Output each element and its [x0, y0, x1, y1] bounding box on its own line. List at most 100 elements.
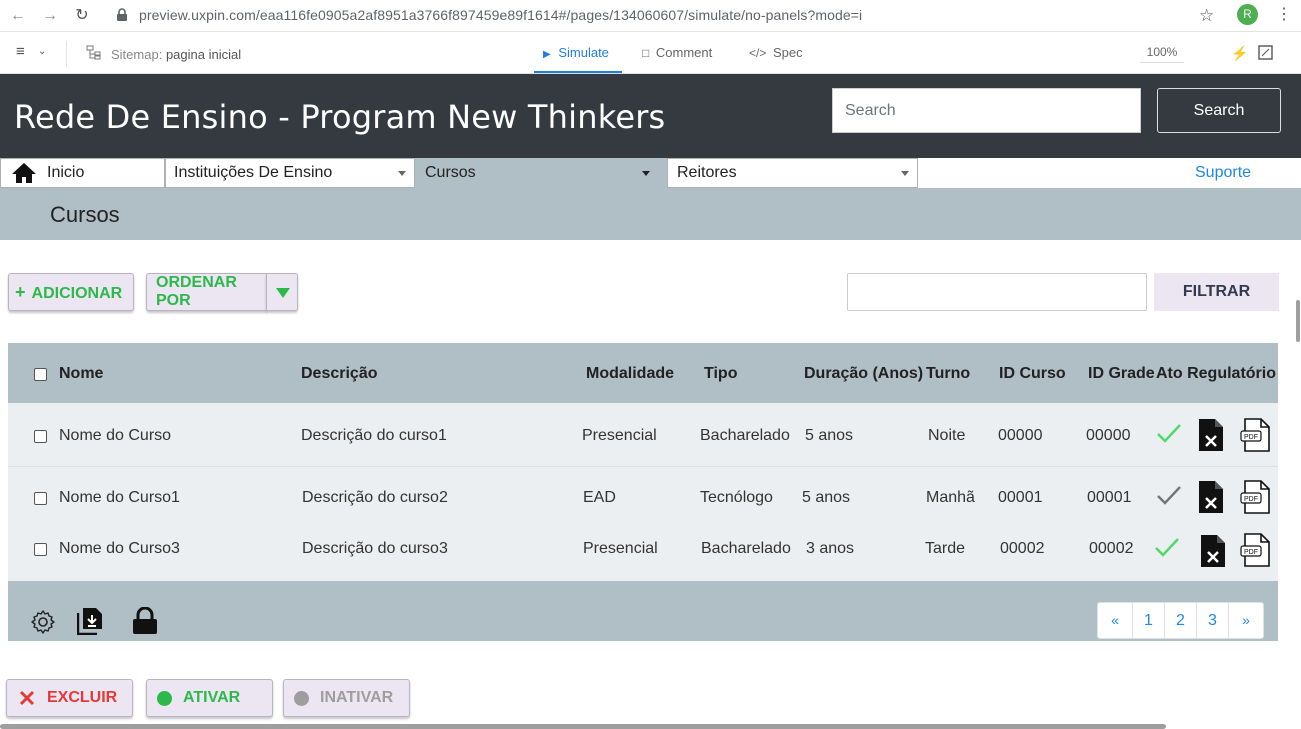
column-header-descricao[interactable]: Descrição	[301, 365, 378, 383]
active-tab-indicator	[534, 71, 622, 73]
select-all-checkbox[interactable]	[34, 368, 47, 381]
divider	[66, 41, 67, 67]
sitemap-selector[interactable]: Sitemap: pagina inicial	[111, 47, 241, 62]
cell-id-curso: 00001	[998, 489, 1043, 506]
page-title-band: Cursos	[0, 188, 1301, 240]
column-header-turno[interactable]: Turno	[926, 365, 970, 383]
svg-text:PDF: PDF	[1244, 434, 1258, 441]
file-download-icon[interactable]	[77, 607, 103, 635]
cell-id-grade: 00002	[1089, 540, 1134, 557]
svg-text:PDF: PDF	[1244, 496, 1258, 503]
tab-comment[interactable]: □ Comment	[642, 45, 712, 60]
delete-button[interactable]: EXCLUIR	[6, 679, 133, 717]
pagination-prev[interactable]: «	[1098, 603, 1133, 638]
deactivate-button-label: INATIVAR	[320, 689, 394, 706]
column-header-modalidade[interactable]: Modalidade	[586, 365, 674, 383]
nav-inicio-label: Inicio	[47, 164, 85, 181]
column-header-duracao[interactable]: Duração (Anos)	[804, 365, 923, 383]
header-search-button[interactable]: Search	[1157, 88, 1281, 133]
nav-cursos-label: Cursos	[425, 164, 476, 181]
kebab-menu-icon[interactable]: ⋮	[1276, 5, 1292, 25]
column-header-id-curso[interactable]: ID Curso	[999, 365, 1066, 383]
cell-modalidade: Presencial	[582, 427, 657, 444]
uxpin-toolbar: ≡ ⌄ Sitemap: pagina inicial ▶ Simulate □…	[0, 33, 1301, 74]
pagination-page-1[interactable]: 1	[1133, 603, 1165, 638]
cell-modalidade: EAD	[583, 489, 616, 506]
lock-icon[interactable]	[132, 607, 158, 635]
filter-input[interactable]	[847, 273, 1147, 311]
column-header-nome[interactable]: Nome	[59, 365, 103, 383]
cell-id-grade: 00001	[1087, 489, 1132, 506]
tab-spec[interactable]: </> Spec	[749, 45, 803, 60]
nav-inicio[interactable]: Inicio	[0, 158, 165, 188]
hamburger-menu-icon[interactable]: ≡	[16, 43, 25, 60]
nav-suporte-link[interactable]: Suporte	[1195, 164, 1251, 182]
deactivate-button[interactable]: INATIVAR	[283, 679, 410, 717]
pdf-icon[interactable]: PDF	[1240, 418, 1272, 452]
row-checkbox[interactable]	[34, 430, 47, 443]
cell-id-curso: 00000	[998, 427, 1043, 444]
pagination-next[interactable]: »	[1229, 603, 1263, 638]
cell-tipo: Tecnólogo	[700, 489, 773, 506]
play-icon: ▶	[543, 49, 551, 60]
filter-button[interactable]: FILTRAR	[1154, 273, 1279, 311]
plus-icon: +	[15, 281, 26, 302]
row-checkbox[interactable]	[34, 492, 47, 505]
cell-nome: Nome do Curso	[59, 427, 172, 444]
check-icon[interactable]	[1156, 485, 1182, 507]
lightning-icon[interactable]: ⚡	[1231, 45, 1248, 62]
gear-icon[interactable]	[30, 609, 56, 635]
vertical-scrollbar[interactable]	[1296, 300, 1300, 342]
pagination: « 1 2 3 »	[1097, 602, 1264, 639]
triangle-down-icon	[276, 288, 290, 298]
sort-dropdown-toggle[interactable]	[266, 273, 298, 311]
reload-icon[interactable]: ↻	[72, 6, 92, 26]
nav-instituicoes-label: Instituições De Ensino	[174, 164, 333, 181]
add-button-label: ADICIONAR	[31, 284, 123, 302]
table-footer: « 1 2 3 »	[8, 581, 1278, 641]
browser-toolbar: ← → ↻ preview.uxpin.com/eaa116fe0905a2af…	[0, 0, 1301, 32]
table-header: Nome Descrição Modalidade Tipo Duração (…	[8, 343, 1278, 403]
zoom-level[interactable]: 100%	[1140, 45, 1184, 63]
nav-cursos-dropdown[interactable]: Cursos	[415, 158, 667, 188]
cell-duracao: 3 anos	[806, 540, 855, 557]
fullscreen-icon[interactable]	[1258, 45, 1273, 60]
horizontal-scrollbar[interactable]	[0, 724, 1166, 729]
address-bar-url[interactable]: preview.uxpin.com/eaa116fe0905a2af8951a3…	[139, 7, 862, 23]
file-delete-icon[interactable]	[1200, 534, 1226, 568]
activate-button-label: ATIVAR	[183, 689, 241, 706]
pdf-icon[interactable]: PDF	[1240, 533, 1272, 567]
page-title: Cursos	[50, 202, 120, 227]
file-delete-icon[interactable]	[1198, 480, 1224, 514]
back-arrow-icon[interactable]: ←	[8, 6, 28, 26]
app-title: Rede De Ensino - Program New Thinkers	[14, 98, 666, 136]
file-delete-icon[interactable]	[1198, 418, 1224, 452]
profile-avatar[interactable]: R	[1237, 4, 1258, 25]
caret-down-icon	[901, 171, 909, 176]
nav-instituicoes-dropdown[interactable]: Instituições De Ensino	[165, 158, 415, 188]
cell-descricao: Descrição do curso1	[301, 427, 447, 444]
green-dot-icon	[157, 691, 172, 706]
pagination-page-3[interactable]: 3	[1197, 603, 1229, 638]
column-header-tipo[interactable]: Tipo	[704, 365, 737, 383]
check-icon[interactable]	[1154, 537, 1180, 559]
check-icon[interactable]	[1156, 423, 1182, 445]
activate-button[interactable]: ATIVAR	[146, 679, 273, 717]
main-navigation: Inicio Instituições De Ensino Cursos Rei…	[0, 158, 1301, 188]
bookmark-star-icon[interactable]: ☆	[1199, 6, 1214, 26]
sitemap-page: pagina inicial	[165, 47, 242, 62]
caret-down-icon	[398, 171, 406, 176]
tab-simulate[interactable]: ▶ Simulate	[543, 45, 609, 60]
row-checkbox[interactable]	[34, 543, 47, 556]
lock-secure-icon	[116, 8, 128, 22]
sort-button[interactable]: ORDENAR POR	[146, 273, 267, 311]
add-button[interactable]: + ADICIONAR	[8, 273, 134, 311]
nav-reitores-dropdown[interactable]: Reitores	[667, 158, 918, 188]
column-header-ato-regulatorio[interactable]: Ato Regulatório	[1156, 365, 1276, 383]
column-header-id-grade[interactable]: ID Grade	[1088, 365, 1155, 383]
pagination-page-2[interactable]: 2	[1165, 603, 1197, 638]
chevron-down-icon[interactable]: ⌄	[38, 46, 46, 57]
pdf-icon[interactable]: PDF	[1240, 480, 1272, 514]
forward-arrow-icon[interactable]: →	[40, 6, 60, 26]
header-search-input[interactable]	[832, 88, 1141, 133]
